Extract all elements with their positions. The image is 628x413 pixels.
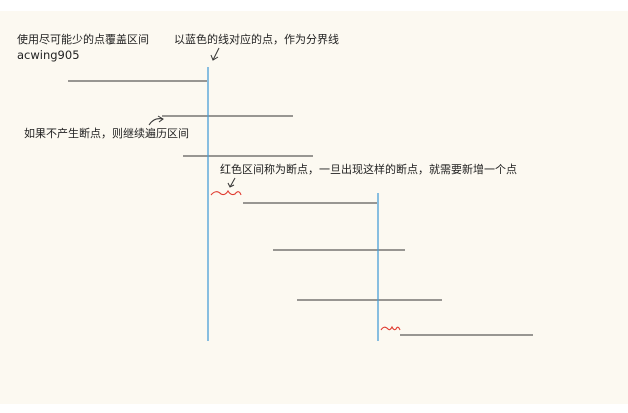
arrow-to-interval xyxy=(148,115,164,126)
breakpoint-brace-1 xyxy=(210,189,242,196)
arrow-to-breakpoint xyxy=(227,177,236,188)
breakpoint-brace-2 xyxy=(380,325,401,331)
diagram-canvas: 使用尽可能少的点覆盖区间 acwing905 以蓝色的线对应的点，作为分界线 如… xyxy=(0,0,628,413)
diagram-drawing xyxy=(68,47,533,341)
arrow-to-divider xyxy=(210,47,220,61)
